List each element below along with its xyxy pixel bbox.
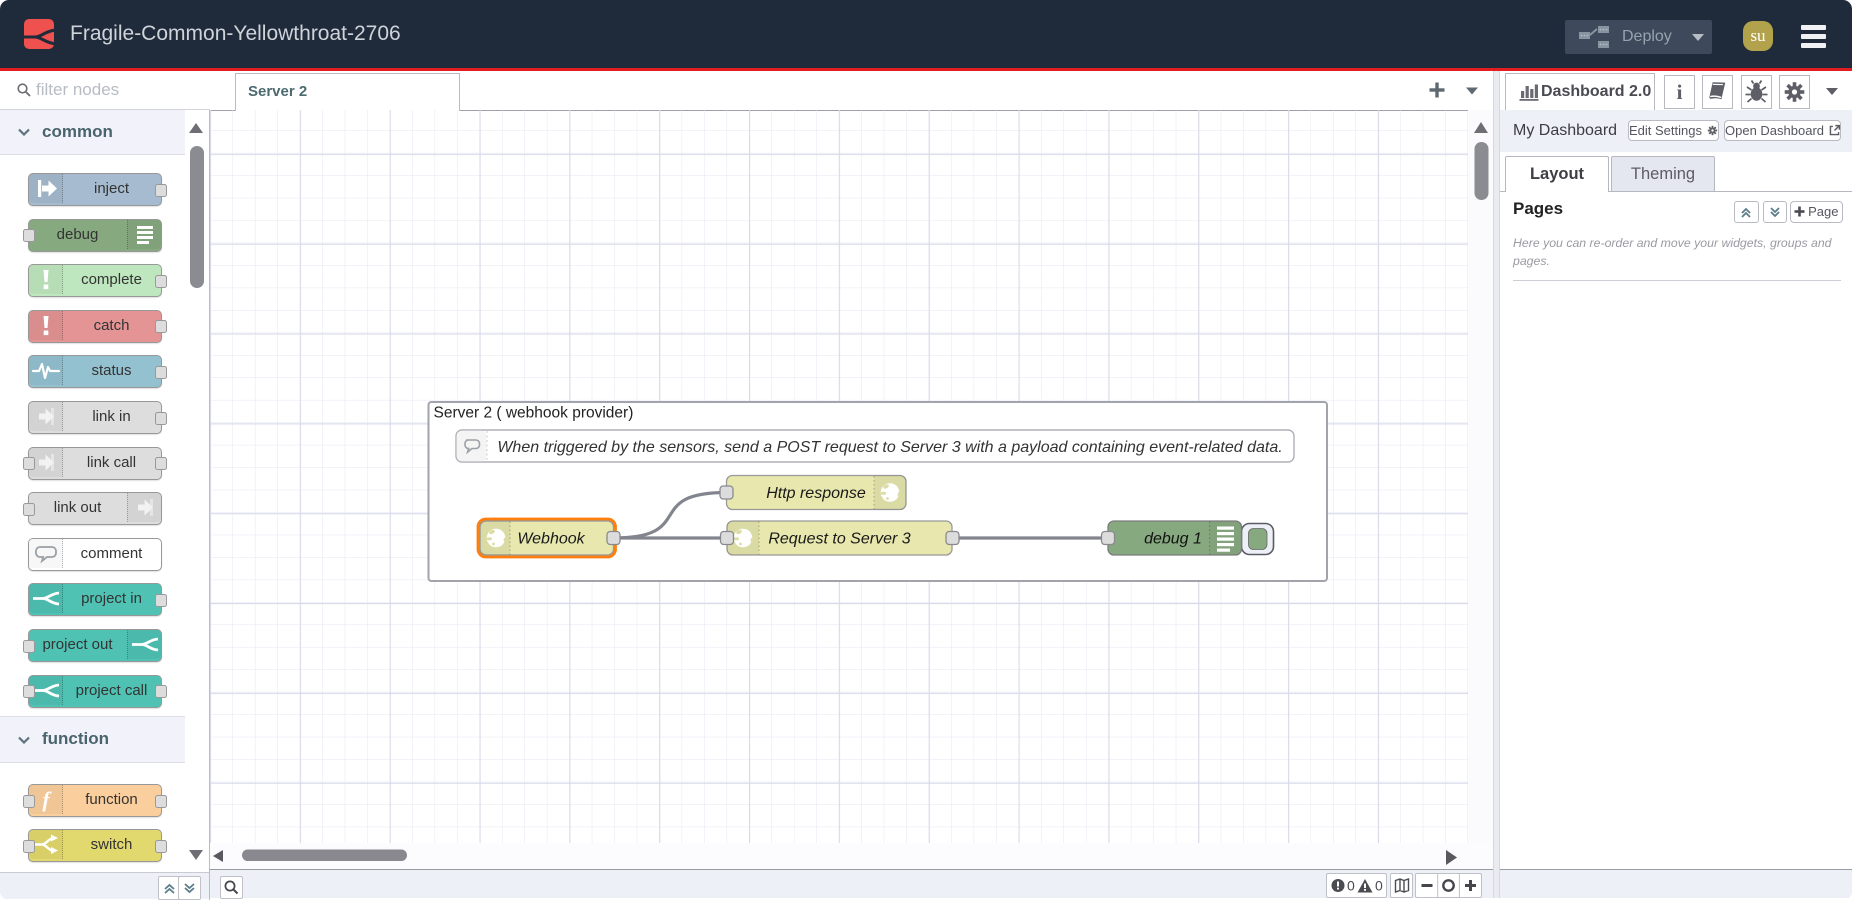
svg-text:Request to Server 3: Request to Server 3 — [768, 531, 910, 548]
svg-text:debug 1: debug 1 — [1144, 531, 1202, 548]
svg-text:Server 2 ( webhook provider): Server 2 ( webhook provider) — [434, 405, 634, 422]
svg-text:Http response: Http response — [766, 485, 866, 502]
svg-text:0: 0 — [1375, 878, 1383, 894]
svg-text:f: f — [42, 787, 52, 812]
svg-text:Webhook: Webhook — [517, 531, 585, 548]
svg-text:When triggered by the sensors,: When triggered by the sensors, send a PO… — [497, 439, 1282, 456]
svg-text:i: i — [1676, 80, 1682, 104]
svg-text:0: 0 — [1347, 878, 1355, 894]
